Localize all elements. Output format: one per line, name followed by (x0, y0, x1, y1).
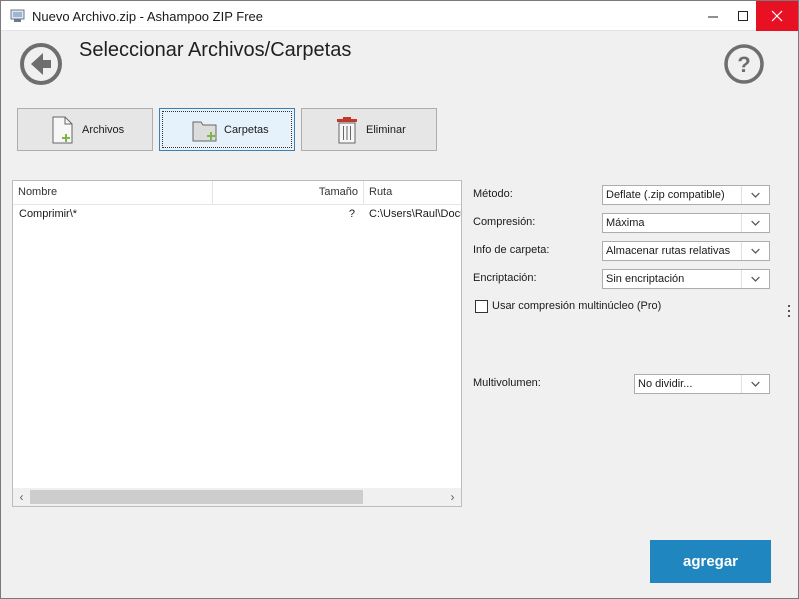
chevron-down-icon (741, 270, 760, 288)
column-header-nombre[interactable]: Nombre (13, 181, 213, 205)
scroll-right-icon[interactable]: › (444, 488, 461, 506)
metodo-select[interactable]: Deflate (.zip compatible) (602, 185, 770, 205)
scroll-left-icon[interactable]: ‹ (13, 488, 30, 506)
trash-icon (337, 117, 357, 144)
file-add-icon (52, 116, 73, 144)
zip-app-icon (10, 9, 25, 22)
splitter-grip[interactable] (787, 305, 791, 319)
chevron-down-icon (741, 186, 760, 204)
chevron-down-icon (741, 214, 760, 232)
chevron-down-icon (741, 375, 760, 393)
info-carpeta-value: Almacenar rutas relativas (606, 245, 731, 257)
info-carpeta-select[interactable]: Almacenar rutas relativas (602, 241, 770, 261)
add-files-label: Archivos (82, 124, 125, 136)
cell-nombre: Comprimir\* (19, 208, 78, 220)
metodo-value: Deflate (.zip compatible) (606, 189, 725, 201)
compresion-select[interactable]: Máxima (602, 213, 770, 233)
add-button-label: agregar (682, 553, 739, 570)
file-list-header: Nombre Tamaño Ruta (13, 181, 461, 205)
table-row[interactable]: Comprimir\* ? C:\Users\Raul\Documents (13, 205, 461, 223)
maximize-icon (738, 11, 748, 21)
folder-add-icon (192, 121, 217, 142)
multivolumen-value: No dividir... (638, 378, 693, 390)
add-folders-button[interactable]: Carpetas (159, 108, 295, 151)
multivolumen-select[interactable]: No dividir... (634, 374, 770, 394)
close-icon (771, 10, 783, 22)
scrollbar-thumb[interactable] (30, 490, 363, 504)
metodo-label: Método: (473, 188, 513, 200)
add-button[interactable]: agregar (650, 540, 771, 583)
compresion-value: Máxima (606, 217, 645, 229)
page-title: Seleccionar Archivos/Carpetas (79, 39, 352, 61)
horizontal-scrollbar[interactable]: ‹ › (13, 488, 461, 506)
info-carpeta-label: Info de carpeta: (473, 244, 550, 256)
minimize-icon (708, 16, 718, 18)
delete-button[interactable]: Eliminar (301, 108, 437, 151)
encriptacion-value: Sin encriptación (606, 273, 685, 285)
svg-text:?: ? (737, 52, 750, 77)
add-files-button[interactable]: Archivos (17, 108, 153, 151)
add-folders-label: Carpetas (224, 124, 269, 136)
question-circle-icon: ? (724, 44, 764, 84)
chevron-down-icon (741, 242, 760, 260)
help-button[interactable]: ? (723, 43, 765, 85)
title-bar: Nuevo Archivo.zip - Ashampoo ZIP Free (1, 1, 798, 31)
cell-tamano: ? (348, 208, 355, 220)
window-title: Nuevo Archivo.zip - Ashampoo ZIP Free (32, 9, 263, 24)
back-button[interactable] (19, 42, 63, 86)
multinucleo-label: Usar compresión multinúcleo (Pro) (492, 300, 662, 312)
maximize-button[interactable] (728, 1, 758, 31)
close-button[interactable] (756, 1, 798, 31)
column-header-tamano[interactable]: Tamaño (213, 181, 364, 205)
arrow-left-circle-icon (20, 43, 62, 85)
multinucleo-option[interactable]: Usar compresión multinúcleo (Pro) (475, 299, 661, 313)
compresion-label: Compresión: (473, 216, 536, 228)
encriptacion-label: Encriptación: (473, 272, 537, 284)
app-window: Nuevo Archivo.zip - Ashampoo ZIP Free Se… (0, 0, 799, 599)
cell-ruta: C:\Users\Raul\Documents (369, 208, 461, 220)
delete-label: Eliminar (366, 124, 406, 136)
multinucleo-checkbox[interactable] (475, 299, 488, 313)
file-list[interactable]: Nombre Tamaño Ruta Comprimir\* ? C:\User… (12, 180, 462, 507)
minimize-button[interactable] (698, 1, 728, 31)
column-header-ruta[interactable]: Ruta (364, 181, 461, 205)
encriptacion-select[interactable]: Sin encriptación (602, 269, 770, 289)
multivolumen-label: Multivolumen: (473, 377, 541, 389)
